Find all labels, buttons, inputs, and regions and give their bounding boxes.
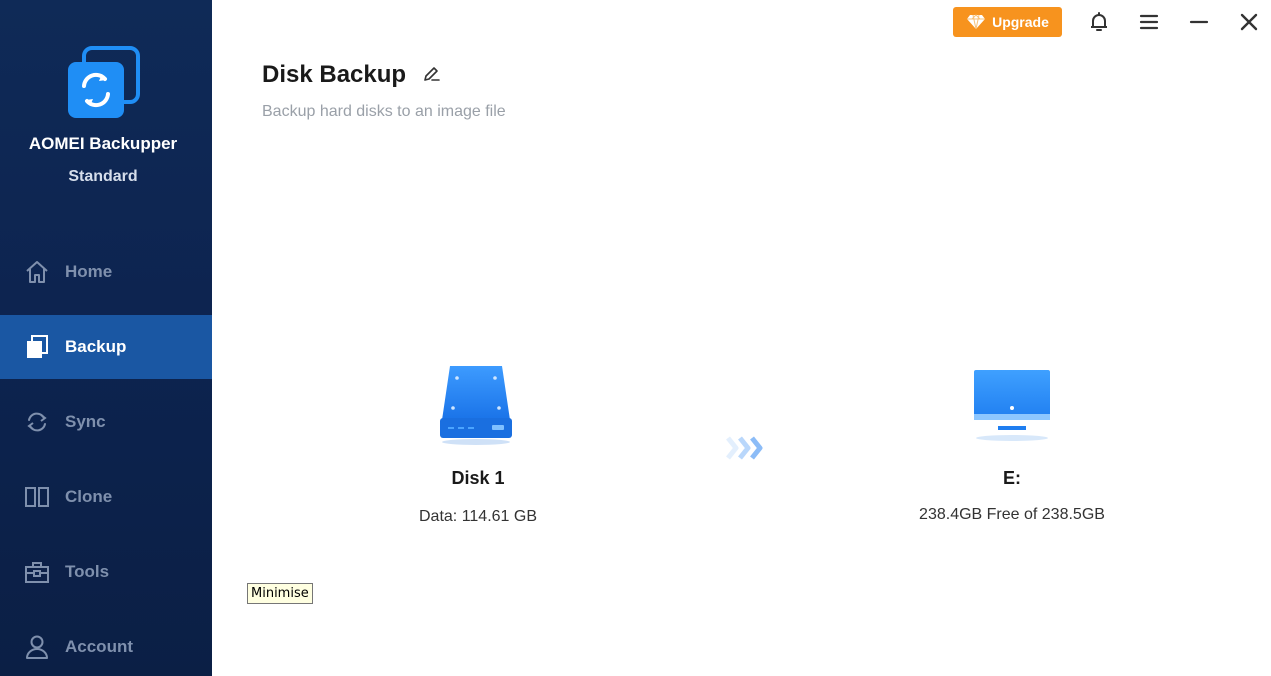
sidebar-item-home[interactable]: Home xyxy=(0,240,212,304)
sidebar-item-backup[interactable]: Backup xyxy=(0,315,212,379)
destination-selector[interactable]: E: 238.4GB Free of 238.5GB xyxy=(882,356,1142,536)
sidebar-item-tools[interactable]: Tools xyxy=(0,540,212,604)
sidebar-item-label: Home xyxy=(65,262,113,281)
source-disk-info: Data: 114.61 GB xyxy=(419,508,537,525)
diamond-icon xyxy=(967,14,986,30)
page-subtitle: Backup hard disks to an image file xyxy=(262,103,506,120)
source-disk-name: Disk 1 xyxy=(451,468,505,488)
tools-icon xyxy=(25,562,49,583)
upgrade-button[interactable]: Upgrade xyxy=(953,7,1062,37)
sidebar-item-account[interactable]: Account xyxy=(0,615,212,676)
edit-icon[interactable] xyxy=(421,64,441,84)
backup-icon xyxy=(27,335,48,358)
account-icon xyxy=(26,635,48,659)
sidebar-item-label: Account xyxy=(65,637,133,656)
minimise-tooltip: Minimise xyxy=(247,583,313,604)
app-name: AOMEI Backupper xyxy=(28,134,178,153)
menu-icon[interactable] xyxy=(1137,10,1161,34)
sidebar-item-label: Tools xyxy=(65,562,110,581)
sidebar-item-label: Backup xyxy=(65,337,127,356)
clone-icon xyxy=(25,487,49,507)
home-icon xyxy=(26,261,48,283)
source-disk-selector[interactable]: Disk 1 Data: 114.61 GB xyxy=(378,356,578,536)
upgrade-label: Upgrade xyxy=(992,14,1049,30)
arrow-right-icon xyxy=(726,436,763,460)
sidebar: AOMEI Backupper Standard Home Backup Syn… xyxy=(0,0,212,676)
monitor-icon xyxy=(974,370,1050,441)
minimize-icon[interactable] xyxy=(1187,10,1211,34)
page-title: Disk Backup xyxy=(262,61,407,88)
sidebar-item-sync[interactable]: Sync xyxy=(0,390,212,454)
app-edition: Standard xyxy=(68,168,138,185)
destination-name: E: xyxy=(1003,468,1021,488)
bell-icon[interactable] xyxy=(1087,10,1111,34)
sidebar-item-label: Sync xyxy=(65,412,106,431)
sync-icon xyxy=(27,412,47,432)
sidebar-item-clone[interactable]: Clone xyxy=(0,465,212,529)
sidebar-item-label: Clone xyxy=(65,487,113,506)
hard-drive-icon xyxy=(440,366,512,445)
aomei-logo-icon xyxy=(68,46,140,118)
destination-info: 238.4GB Free of 238.5GB xyxy=(919,506,1105,523)
close-icon[interactable] xyxy=(1237,10,1261,34)
